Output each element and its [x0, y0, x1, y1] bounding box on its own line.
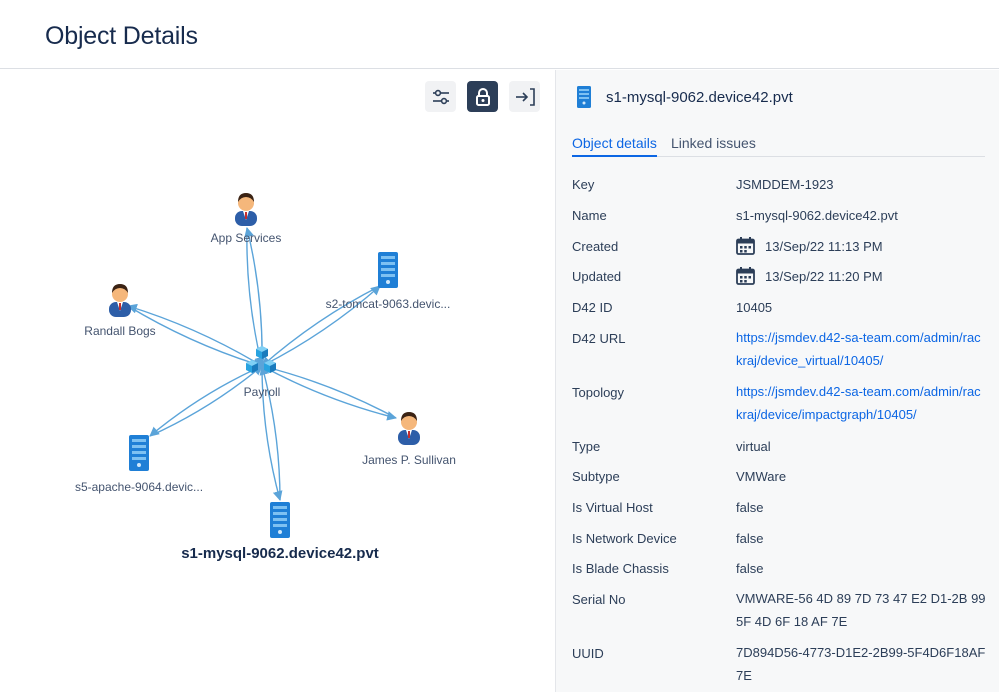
tab-object-details[interactable]: Object details: [572, 135, 657, 157]
person-icon: [235, 193, 257, 226]
server-icon: [577, 86, 591, 108]
field-value-updated: 13/Sep/22 11:20 PM: [736, 267, 883, 285]
graph-node-mysql[interactable]: s1-mysql-9062.device42.pvt: [181, 502, 379, 562]
updated-date: 13/Sep/22 11:20 PM: [765, 268, 883, 284]
field-value-subtype: VMWare: [736, 469, 787, 484]
field-value-serial-no: VMWARE-56 4D 89 7D 73 47 E2 D1-2B 99 5F …: [736, 591, 986, 629]
sliders-icon: [432, 89, 449, 104]
field-value-d42-id: 10405: [736, 300, 773, 315]
details-tabs: Object details Linked issues: [572, 132, 985, 157]
graph-node-label: s2-tomcat-9063.devic...: [326, 297, 451, 311]
graph-node-james-sullivan[interactable]: James P. Sullivan: [362, 412, 456, 467]
field-label-d42-id: D42 ID: [572, 300, 613, 315]
field-label-is-virtual-host: Is Virtual Host: [572, 500, 653, 515]
graph-edge: [149, 365, 263, 437]
graph-node-tomcat[interactable]: s2-tomcat-9063.devic...: [326, 252, 451, 311]
d42-url-link[interactable]: https://jsmdev.d42-sa-team.com/admin/rac…: [736, 326, 986, 372]
created-date: 13/Sep/22 11:13 PM: [765, 238, 883, 254]
graph-edges: [127, 227, 397, 501]
person-icon: [109, 284, 131, 317]
graph-node-label: App Services: [211, 231, 282, 245]
field-value-key: JSMDDEM-1923: [736, 177, 834, 192]
field-value-uuid: 7D894D56-4773-D1E2-2B99-5F4D6F18AF7E: [736, 645, 986, 683]
graph-edge: [149, 365, 263, 437]
field-label-type: Type: [572, 439, 601, 454]
object-title: s1-mysql-9062.device42.pvt: [606, 88, 793, 106]
filter-button[interactable]: [425, 81, 456, 112]
field-label-uuid: UUID: [572, 646, 604, 661]
graph-node-label: Randall Bogs: [84, 324, 155, 338]
graph-node-apache[interactable]: s5-apache-9064.devic...: [75, 435, 203, 494]
field-label-d42-url: D42 URL: [572, 331, 626, 346]
graph-node-app-services[interactable]: App Services: [211, 193, 282, 245]
calendar-icon: [736, 237, 755, 255]
tab-linked-issues[interactable]: Linked issues: [671, 135, 756, 151]
server-icon: [270, 502, 290, 538]
field-label-is-blade-chassis: Is Blade Chassis: [572, 561, 669, 576]
field-label-name: Name: [572, 208, 607, 223]
graph-node-label: James P. Sullivan: [362, 453, 456, 467]
field-value-name: s1-mysql-9062.device42.pvt: [736, 208, 898, 223]
field-value-type: virtual: [736, 439, 771, 454]
object-header: s1-mysql-9062.device42.pvt: [577, 86, 793, 108]
field-label-updated: Updated: [572, 269, 622, 284]
panel-collapse-icon: [515, 87, 535, 106]
field-value-is-blade-chassis: false: [736, 561, 764, 576]
field-label-topology: Topology: [572, 385, 625, 400]
server-icon: [129, 435, 149, 471]
graph-node-label: Payroll: [244, 385, 281, 399]
graph-node-label-selected: s1-mysql-9062.device42.pvt: [181, 545, 379, 562]
server-icon: [378, 252, 398, 288]
graph-edge: [244, 227, 263, 367]
field-label-serial-no: Serial No: [572, 592, 626, 607]
field-label-subtype: Subtype: [572, 469, 620, 484]
field-value-is-network-device: false: [736, 531, 764, 546]
collapse-panel-button[interactable]: [509, 81, 540, 112]
field-label-key: Key: [572, 177, 595, 192]
field-value-is-virtual-host: false: [736, 500, 764, 515]
lock-button[interactable]: [467, 81, 498, 112]
field-value-created: 13/Sep/22 11:13 PM: [736, 237, 883, 255]
graph-edge: [261, 365, 397, 421]
lock-icon: [475, 87, 490, 106]
field-label-created: Created: [572, 239, 619, 254]
calendar-icon: [736, 267, 755, 285]
graph-edge: [246, 227, 265, 367]
person-icon: [398, 412, 420, 445]
graph-edge: [261, 363, 397, 419]
graph-node-label: s5-apache-9064.devic...: [75, 480, 203, 494]
field-label-is-network-device: Is Network Device: [572, 531, 677, 546]
topology-link[interactable]: https://jsmdev.d42-sa-team.com/admin/rac…: [736, 380, 986, 426]
